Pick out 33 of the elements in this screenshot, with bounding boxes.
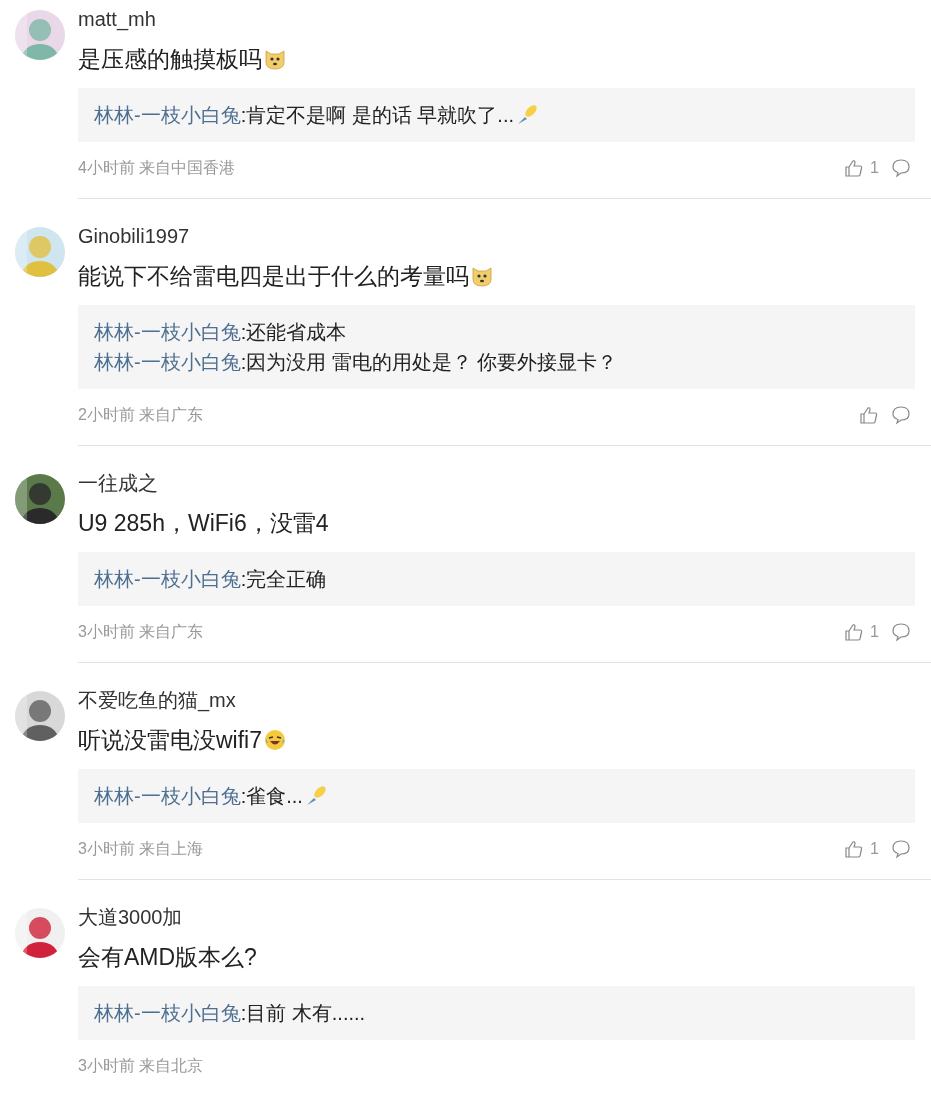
- thumbs-up-icon[interactable]: [844, 622, 865, 642]
- laughing-face-icon: [263, 728, 287, 752]
- comment-text: U9 285h，WiFi6，没雷4: [78, 509, 329, 538]
- reply-text: 林林-一枝小白兔:雀食...: [94, 784, 303, 809]
- reply-text: 林林-一枝小白兔:肯定不是啊 是的话 早就吹了...: [94, 103, 514, 128]
- reply-text: 林林-一枝小白兔:因为没用 雷电的用处是？ 你要外接显卡？: [94, 350, 618, 375]
- reply-text: 林林-一枝小白兔:完全正确: [94, 567, 327, 592]
- comment-icon[interactable]: [891, 158, 911, 178]
- comment-meta: 3小时前 来自北京: [78, 1055, 205, 1076]
- comment-icon[interactable]: [891, 622, 911, 642]
- comment-text: 听说没雷电没wifi7: [78, 726, 262, 755]
- user-name[interactable]: 大道3000加: [78, 904, 183, 930]
- like-count: 1: [870, 159, 879, 177]
- comment-icon[interactable]: [891, 405, 911, 425]
- comment-text: 能说下不给雷电四是出于什么的考量吗: [78, 262, 469, 291]
- reply-text: 林林-一枝小白兔:目前 木有......: [94, 1001, 366, 1026]
- comment-meta: 4小时前 来自中国香港: [78, 157, 237, 178]
- user-name[interactable]: 不爱吃鱼的猫_mx: [78, 687, 236, 713]
- comment-text: 会有AMD版本么?: [78, 943, 257, 972]
- thumbs-up-icon[interactable]: [859, 405, 879, 425]
- comment-meta: 3小时前 来自广东: [78, 621, 205, 642]
- user-name[interactable]: matt_mh: [78, 6, 156, 32]
- user-name[interactable]: Ginobili1997: [78, 223, 190, 249]
- user-name[interactable]: 一往成之: [78, 470, 158, 496]
- thumbs-up-icon[interactable]: [844, 839, 865, 859]
- reply-text: 林林-一枝小白兔:还能省成本: [94, 320, 347, 345]
- like-count: 1: [870, 623, 879, 641]
- comment-text: 是压感的触摸板吗: [78, 45, 262, 74]
- comment-meta: 3小时前 来自上海: [78, 838, 205, 859]
- comment-meta: 2小时前 来自广东: [78, 404, 205, 425]
- thumbs-up-icon[interactable]: [844, 158, 865, 178]
- comment-icon[interactable]: [891, 839, 911, 859]
- like-count: 1: [870, 840, 879, 858]
